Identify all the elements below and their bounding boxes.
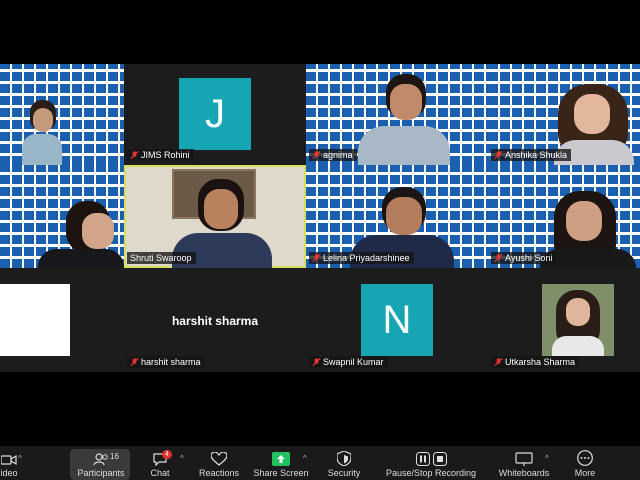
participants-button[interactable]: Participants xyxy=(72,446,130,480)
video-tile-12[interactable]: Utkarsha Sharma xyxy=(488,268,640,372)
participant-video xyxy=(38,201,124,268)
video-tile-10[interactable]: harshit sharma harshit sharma xyxy=(124,268,306,372)
name-tag: Ayushi Soni xyxy=(491,252,557,264)
pause-icon xyxy=(415,452,430,466)
mic-muted-icon xyxy=(130,357,139,367)
video-tile-6[interactable]: Shruti Swaroop xyxy=(124,165,306,268)
mic-muted-icon xyxy=(130,150,139,160)
video-tile-5[interactable] xyxy=(0,165,124,268)
mic-muted-icon xyxy=(494,253,503,263)
video-camera-icon xyxy=(1,454,17,466)
video-tile-4[interactable]: Anshika Shukla xyxy=(488,64,640,165)
video-tile-11[interactable]: N Swapnil Kumar xyxy=(306,268,488,372)
participants-count: 16 xyxy=(110,452,119,461)
mic-muted-icon xyxy=(312,253,321,263)
whiteboards-options-caret[interactable]: ^ xyxy=(545,454,549,463)
name-tag: agnima xyxy=(309,149,357,161)
name-tag: Anshika Shukla xyxy=(491,149,572,161)
more-button[interactable]: More xyxy=(570,446,600,480)
video-tile-1[interactable] xyxy=(0,64,124,165)
chat-options-caret[interactable]: ^ xyxy=(180,454,184,463)
video-tile-8[interactable]: Ayushi Soni xyxy=(488,165,640,268)
name-tag: Lelina Priyadarshinee xyxy=(309,252,414,264)
share-screen-button[interactable]: Share Screen xyxy=(253,446,309,480)
blank-video xyxy=(0,284,70,356)
more-icon xyxy=(577,450,593,466)
whiteboards-button[interactable]: Whiteboards xyxy=(498,446,550,480)
avatar-letter: J xyxy=(205,91,225,136)
name-tag: Shruti Swaroop xyxy=(127,252,196,264)
reactions-button[interactable]: Reactions xyxy=(197,446,241,480)
shield-icon xyxy=(337,451,351,466)
name-tag: harshit sharma xyxy=(127,356,205,368)
mic-muted-icon xyxy=(494,357,503,367)
name-tag: Utkarsha Sharma xyxy=(491,356,580,368)
avatar: J xyxy=(179,78,251,150)
stop-icon xyxy=(432,452,447,466)
video-tile-7[interactable]: Lelina Priyadarshinee xyxy=(306,165,488,268)
name-tag: JIMS Rohini xyxy=(127,149,194,161)
video-tile-9[interactable] xyxy=(0,268,124,372)
pause-stop-recording-button[interactable]: Pause/Stop Recording xyxy=(386,446,476,480)
whiteboard-icon xyxy=(515,452,533,466)
participant-video xyxy=(22,100,62,165)
security-button[interactable]: Security xyxy=(324,446,364,480)
heart-icon xyxy=(211,452,227,466)
display-name: harshit sharma xyxy=(171,314,259,328)
video-tile-3[interactable]: agnima xyxy=(306,64,488,165)
participant-video xyxy=(358,74,450,165)
share-options-caret[interactable]: ^ xyxy=(303,454,307,463)
video-button[interactable]: ideo xyxy=(0,446,24,480)
avatar: N xyxy=(361,284,433,356)
video-tile-2[interactable]: J JIMS Rohini xyxy=(124,64,306,165)
chat-unread-badge: 4 xyxy=(162,450,172,459)
participants-icon xyxy=(93,453,108,466)
mic-muted-icon xyxy=(312,150,321,160)
avatar-letter: N xyxy=(382,297,412,342)
mic-muted-icon xyxy=(312,357,321,367)
mic-muted-icon xyxy=(494,150,503,160)
profile-photo xyxy=(542,284,614,356)
meeting-gallery: J JIMS Rohini agnima Anshika Shukla Shru… xyxy=(0,0,640,480)
name-tag: Swapnil Kumar xyxy=(309,356,388,368)
share-screen-icon xyxy=(272,452,290,466)
video-options-caret[interactable]: ^ xyxy=(18,454,22,463)
